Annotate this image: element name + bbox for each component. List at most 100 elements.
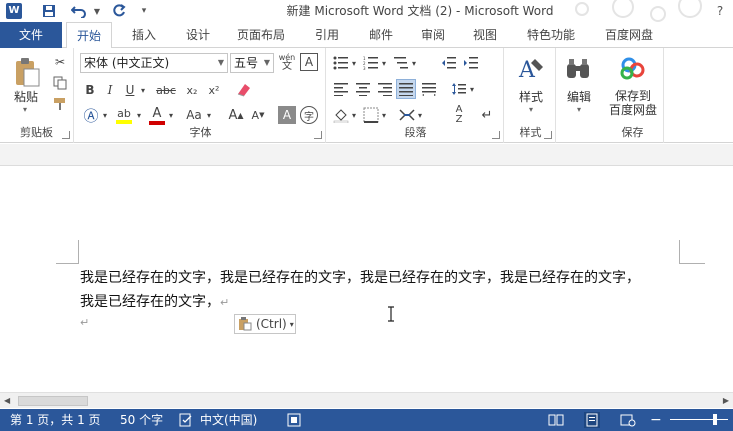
- baidu-cloud-icon[interactable]: [618, 56, 648, 82]
- clipboard-launcher-icon[interactable]: [62, 131, 70, 139]
- help-button[interactable]: ?: [711, 2, 729, 20]
- shading-dropdown-icon[interactable]: ▾: [350, 106, 358, 124]
- grow-font-icon[interactable]: A ▲: [226, 106, 246, 124]
- change-case-icon[interactable]: Aa: [182, 106, 206, 124]
- borders-dropdown-icon[interactable]: ▾: [380, 106, 388, 124]
- proofing-icon[interactable]: [178, 412, 194, 428]
- distributed-icon[interactable]: [420, 80, 438, 98]
- macro-record-icon[interactable]: [286, 412, 302, 428]
- zoom-out-icon[interactable]: −: [650, 409, 662, 431]
- document-text-line-2[interactable]: 我是已经存在的文字，↵: [80, 291, 229, 311]
- align-center-icon[interactable]: [354, 80, 372, 98]
- subscript-icon[interactable]: x₂: [182, 81, 202, 99]
- underline-dropdown-icon[interactable]: ▾: [138, 81, 148, 99]
- numbering-icon[interactable]: 123: [362, 54, 380, 72]
- chinese-layout-icon[interactable]: [398, 106, 416, 124]
- char-border-icon[interactable]: A: [300, 53, 318, 71]
- increase-indent-icon[interactable]: [462, 54, 480, 72]
- align-left-icon[interactable]: [332, 80, 350, 98]
- change-case-dropdown-icon[interactable]: ▾: [204, 106, 214, 124]
- font-name-dropdown[interactable]: 宋体 (中文正文) ▼: [80, 53, 228, 73]
- multilevel-dropdown-icon[interactable]: ▾: [410, 54, 418, 72]
- format-painter-icon[interactable]: [52, 96, 68, 112]
- print-layout-icon[interactable]: [584, 412, 600, 428]
- page-count[interactable]: 第 1 页，共 1 页: [10, 409, 101, 431]
- scroll-right-icon[interactable]: ▶: [723, 396, 729, 405]
- tab-baidu-netdisk[interactable]: 百度网盘: [594, 22, 664, 48]
- tab-review[interactable]: 审阅: [410, 22, 456, 48]
- multilevel-list-icon[interactable]: [392, 54, 410, 72]
- tab-design[interactable]: 设计: [174, 22, 222, 48]
- horizontal-scrollbar[interactable]: ◀ ▶: [0, 392, 733, 408]
- word-count[interactable]: 50 个字: [120, 409, 163, 431]
- decrease-indent-icon[interactable]: [440, 54, 458, 72]
- undo-dropdown-icon[interactable]: ▼: [92, 2, 102, 20]
- undo-icon[interactable]: [68, 2, 90, 20]
- bullets-dropdown-icon[interactable]: ▾: [350, 54, 358, 72]
- line-spacing-icon[interactable]: [450, 80, 468, 98]
- styles-button[interactable]: 样式: [510, 88, 552, 104]
- highlight-icon[interactable]: ab: [114, 104, 134, 126]
- shrink-font-icon[interactable]: A ▼: [248, 106, 268, 124]
- align-right-icon[interactable]: [376, 80, 394, 98]
- scrollbar-thumb[interactable]: [18, 396, 88, 406]
- clear-formatting-icon[interactable]: [234, 79, 254, 99]
- copy-icon[interactable]: [52, 75, 68, 91]
- read-mode-icon[interactable]: [548, 412, 564, 428]
- shading-icon[interactable]: [332, 106, 350, 124]
- phonetic-guide-icon[interactable]: wén 文: [278, 51, 296, 73]
- zoom-slider[interactable]: [670, 419, 728, 420]
- language-indicator[interactable]: 中文(中国): [200, 409, 257, 431]
- paste-icon[interactable]: [12, 56, 42, 88]
- tab-view[interactable]: 视图: [462, 22, 508, 48]
- editing-button[interactable]: 编辑: [560, 88, 598, 104]
- paste-dropdown-icon[interactable]: ▾: [18, 104, 32, 114]
- binoculars-icon[interactable]: [564, 56, 592, 82]
- tab-insert[interactable]: 插入: [120, 22, 168, 48]
- borders-icon[interactable]: [362, 106, 380, 124]
- styles-dropdown-icon[interactable]: ▾: [524, 104, 538, 114]
- zoom-slider-thumb[interactable]: [713, 414, 717, 425]
- line-spacing-dropdown-icon[interactable]: ▾: [468, 80, 476, 98]
- redo-icon[interactable]: [110, 2, 128, 20]
- bold-icon[interactable]: B: [82, 81, 98, 99]
- enclose-char-icon[interactable]: 字: [300, 106, 318, 124]
- cut-icon[interactable]: ✂: [52, 54, 68, 70]
- customize-qat-icon[interactable]: ▾: [138, 2, 150, 20]
- bullets-icon[interactable]: [332, 54, 350, 72]
- document-area[interactable]: 我是已经存在的文字，我是已经存在的文字，我是已经存在的文字，我是已经存在的文字，…: [0, 166, 733, 392]
- document-text-line-1[interactable]: 我是已经存在的文字，我是已经存在的文字，我是已经存在的文字，我是已经存在的文字，: [80, 267, 640, 287]
- text-effects-dropdown-icon[interactable]: ▾: [100, 106, 110, 124]
- text-effects-icon[interactable]: Ⓐ: [82, 106, 100, 125]
- sort-icon[interactable]: AZ: [450, 104, 468, 126]
- superscript-icon[interactable]: x²: [204, 81, 224, 99]
- web-layout-icon[interactable]: [620, 412, 636, 428]
- styles-icon[interactable]: A: [516, 54, 546, 84]
- paste-button[interactable]: 粘贴: [6, 88, 46, 104]
- highlight-dropdown-icon[interactable]: ▾: [134, 106, 144, 124]
- tab-file[interactable]: 文件: [0, 22, 62, 48]
- justify-icon[interactable]: [396, 79, 416, 99]
- styles-launcher-icon[interactable]: [544, 131, 552, 139]
- editing-dropdown-icon[interactable]: ▾: [572, 104, 586, 114]
- paste-options-button[interactable]: (Ctrl) ▾: [234, 314, 296, 334]
- strikethrough-icon[interactable]: abc: [154, 81, 178, 99]
- tab-mailings[interactable]: 邮件: [358, 22, 404, 48]
- tab-page-layout[interactable]: 页面布局: [228, 22, 294, 48]
- show-paragraph-marks-icon[interactable]: ↵: [478, 106, 496, 124]
- underline-icon[interactable]: U: [122, 81, 138, 99]
- font-launcher-icon[interactable]: [314, 131, 322, 139]
- paragraph-launcher-icon[interactable]: [492, 131, 500, 139]
- tab-special-features[interactable]: 特色功能: [518, 22, 584, 48]
- font-size-dropdown[interactable]: 五号 ▼: [230, 53, 274, 73]
- chinese-layout-dropdown-icon[interactable]: ▾: [416, 106, 424, 124]
- save-to-netdisk-line2[interactable]: 百度网盘: [602, 102, 664, 117]
- char-shading-icon[interactable]: A: [278, 106, 296, 124]
- font-color-icon[interactable]: A: [148, 104, 166, 126]
- scroll-left-icon[interactable]: ◀: [4, 396, 10, 405]
- tab-home[interactable]: 开始: [66, 22, 112, 49]
- tab-references[interactable]: 引用: [304, 22, 350, 48]
- italic-icon[interactable]: I: [102, 81, 118, 99]
- save-icon[interactable]: [40, 2, 58, 20]
- numbering-dropdown-icon[interactable]: ▾: [380, 54, 388, 72]
